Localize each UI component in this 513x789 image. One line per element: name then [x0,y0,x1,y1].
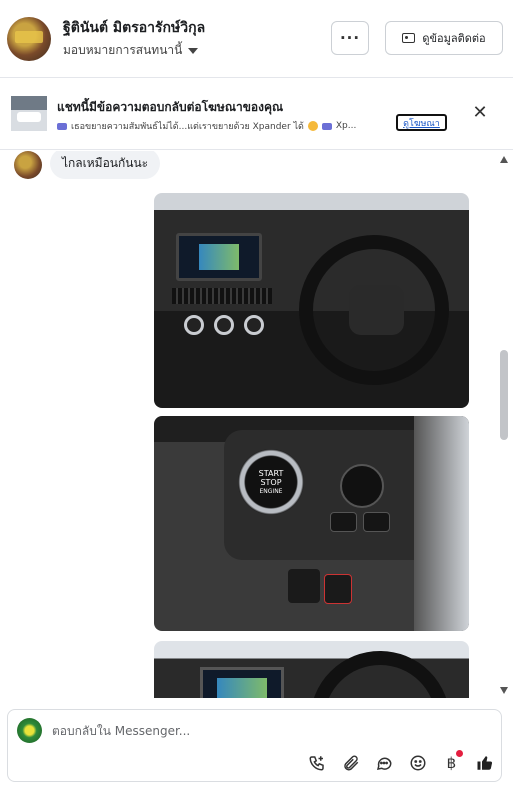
traction-off-switch [324,574,352,604]
thumbs-up-icon[interactable] [474,752,496,774]
scroll-up-arrow-icon[interactable] [500,156,508,163]
infotainment-screen [200,667,284,698]
air-vent [172,288,272,304]
close-banner-icon[interactable]: ✕ [470,103,490,123]
baht-icon[interactable]: ฿ [440,750,464,774]
ad-banner-title: แชทนี้มีข้อความตอบกลับต่อโฆษณาของคุณ [57,100,284,114]
composer-toolbar: ฿ [306,750,496,775]
seat-edge [414,416,469,631]
start-stop-button-image: START STOP ENGINE [238,449,304,515]
assign-label: มอบหมายการสนทนานี้ [63,43,183,57]
car-icon [57,122,67,130]
ad-thumbnail [11,96,47,131]
ad-preview-part1: เธอขยายความสัมพันธ์ไม่ได้...แต่เราขยายด้… [71,122,304,132]
message-photo[interactable] [154,641,469,698]
caret-down-icon [188,47,199,54]
page-avatar [17,718,42,743]
phone-plus-icon[interactable] [306,752,328,774]
reply-input[interactable] [52,720,472,742]
steering-wheel [310,651,450,698]
notification-dot [456,750,464,757]
message-composer: ฿ [7,709,502,782]
conversation-header: ฐิตินันต์ มิตรอารักษ์วิกุล มอบหมายการสนท… [0,0,513,78]
ad-preview-part2: Xp... [335,121,357,131]
sender-avatar [14,151,42,179]
steering-hub [349,285,404,335]
climate-knobs [184,315,264,337]
contact-name[interactable]: ฐิตินันต์ มิตรอารักษ์วิกุล [63,17,205,39]
view-contact-info-button[interactable]: ดูข้อมูลติดต่อ [385,21,503,55]
assign-conversation-dropdown[interactable]: มอบหมายการสนทนานี้ [63,41,199,60]
scroll-down-arrow-icon[interactable] [500,687,508,694]
message-bubble: ไกลเหมือนกันนะ [50,151,161,179]
infotainment-screen [176,233,262,281]
message-photo[interactable]: START STOP ENGINE [154,416,469,631]
contact-avatar[interactable] [7,17,51,61]
contact-card-icon [402,33,416,43]
scrollbar-thumb[interactable] [500,350,508,440]
ad-reply-banner: แชทนี้มีข้อความตอบกลับต่อโฆษณาของคุณ เธอ… [0,79,513,150]
view-contact-info-label: ดูข้อมูลติดต่อ [422,32,486,45]
ad-preview-text: เธอขยายความสัมพันธ์ไม่ได้...แต่เราขยายด้… [57,119,356,133]
emoji-icon[interactable] [407,752,429,774]
switch [288,569,320,603]
car-icon [321,122,332,130]
message-photo[interactable] [154,193,469,408]
chat-bubble-icon[interactable] [373,752,395,774]
more-options-button[interactable]: ··· [331,21,369,55]
mirror-keys [330,512,390,532]
view-ad-link[interactable]: ดูโฆษณา [396,114,447,131]
paperclip-icon[interactable] [340,752,362,774]
mirror-control [340,464,384,508]
smile-emoji-icon [307,121,318,131]
message-thread[interactable]: ไกลเหมือนกันนะ START STOP ENGINE [0,151,496,698]
